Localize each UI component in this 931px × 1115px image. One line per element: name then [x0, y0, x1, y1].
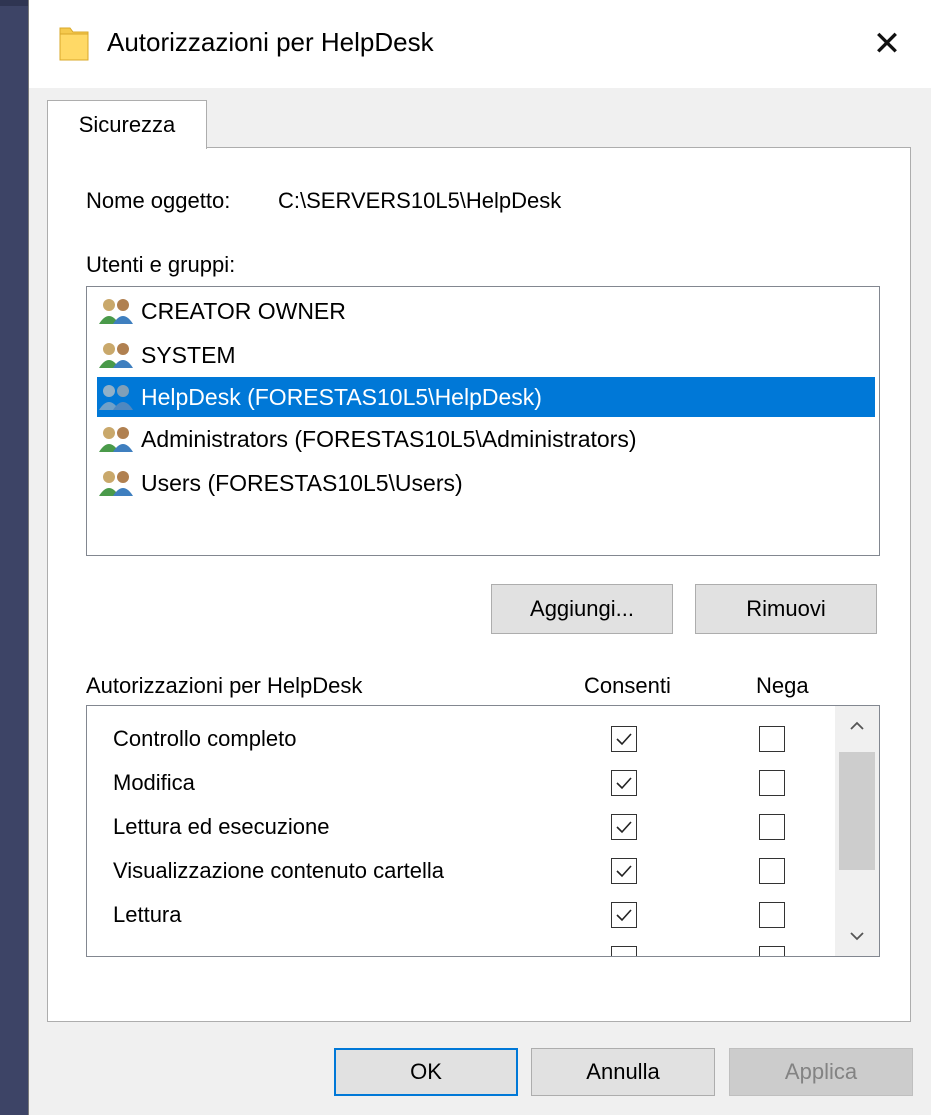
- users-group-icon: [99, 299, 133, 324]
- remove-button[interactable]: Rimuovi: [695, 584, 877, 634]
- permissions-dialog: Autorizzazioni per HelpDesk ✕ Sicurezza …: [28, 0, 931, 1115]
- users-group-icon: [99, 471, 133, 496]
- users-group-icon: [99, 343, 133, 368]
- ok-button[interactable]: OK: [334, 1048, 518, 1096]
- allow-checkbox[interactable]: [611, 946, 637, 956]
- title-bar[interactable]: Autorizzazioni per HelpDesk ✕: [29, 0, 931, 88]
- list-item-users[interactable]: Users (FORESTAS10L5\Users): [97, 463, 873, 503]
- permissions-scrollbar[interactable]: [835, 706, 879, 956]
- users-group-icon: [99, 427, 133, 452]
- permission-name: Visualizzazione contenuto cartella: [113, 858, 445, 883]
- close-icon: ✕: [872, 25, 902, 63]
- object-name-label: Nome oggetto:: [86, 188, 231, 213]
- permission-row: Modifica: [87, 762, 837, 806]
- user-name: SYSTEM: [141, 341, 236, 368]
- user-name: CREATOR OWNER: [141, 297, 346, 324]
- checkmark-icon: [616, 909, 632, 922]
- deny-checkbox[interactable]: [759, 770, 785, 796]
- checkmark-icon: [616, 821, 632, 834]
- dialog-footer: OK Annulla Applica: [29, 1022, 931, 1115]
- permissions-list: Controllo completo Modifica Lettura ed e…: [86, 705, 880, 957]
- allow-checkbox[interactable]: [611, 858, 637, 884]
- allow-checkbox[interactable]: [611, 814, 637, 840]
- permission-name: Lettura ed esecuzione: [113, 814, 330, 839]
- permission-row: Lettura: [87, 894, 837, 938]
- chevron-up-icon: [850, 721, 864, 730]
- security-tab-panel: Nome oggetto: C:\SERVERS10L5\HelpDesk Ut…: [47, 147, 911, 1022]
- list-item-administrators[interactable]: Administrators (FORESTAS10L5\Administrat…: [97, 419, 873, 459]
- window-title: Autorizzazioni per HelpDesk: [107, 27, 434, 57]
- permission-name: Modifica: [113, 770, 195, 795]
- permission-row: Controllo completo: [87, 718, 837, 762]
- permission-name: Controllo completo: [113, 726, 297, 751]
- checkmark-icon: [616, 733, 632, 746]
- deny-checkbox[interactable]: [759, 858, 785, 884]
- deny-checkbox[interactable]: [759, 902, 785, 928]
- deny-checkbox[interactable]: [759, 814, 785, 840]
- user-name: HelpDesk (FORESTAS10L5\HelpDesk): [141, 383, 542, 410]
- folder-icon: [59, 27, 89, 61]
- user-name: Users (FORESTAS10L5\Users): [141, 469, 463, 496]
- list-item-system[interactable]: SYSTEM: [97, 335, 873, 375]
- users-groups-label: Utenti e gruppi:: [86, 252, 236, 277]
- deny-checkbox[interactable]: [759, 726, 785, 752]
- object-name-value: C:\SERVERS10L5\HelpDesk: [278, 188, 562, 213]
- list-item-helpdesk[interactable]: HelpDesk (FORESTAS10L5\HelpDesk): [97, 377, 875, 417]
- permission-row: Lettura ed esecuzione: [87, 806, 837, 850]
- checkmark-icon: [616, 777, 632, 790]
- allow-checkbox[interactable]: [611, 770, 637, 796]
- deny-checkbox[interactable]: [759, 946, 785, 956]
- scroll-down-button[interactable]: [835, 916, 879, 956]
- permission-row: Visualizzazione contenuto cartella: [87, 850, 837, 894]
- add-button[interactable]: Aggiungi...: [491, 584, 673, 634]
- permission-name: Lettura: [113, 902, 182, 927]
- scroll-thumb[interactable]: [839, 752, 875, 870]
- allow-checkbox[interactable]: [611, 726, 637, 752]
- permissions-label: Autorizzazioni per HelpDesk: [86, 673, 363, 698]
- allow-checkbox[interactable]: [611, 902, 637, 928]
- permission-row-partial: [87, 938, 837, 956]
- cancel-button[interactable]: Annulla: [531, 1048, 715, 1096]
- users-group-icon: [99, 385, 133, 410]
- allow-column-header: Consenti: [584, 673, 671, 698]
- user-name: Administrators (FORESTAS10L5\Administrat…: [141, 425, 637, 452]
- list-item-creator-owner[interactable]: CREATOR OWNER: [97, 291, 873, 331]
- deny-column-header: Nega: [756, 673, 809, 698]
- checkmark-icon: [616, 865, 632, 878]
- scroll-up-button[interactable]: [835, 706, 879, 746]
- users-groups-list[interactable]: CREATOR OWNER SYSTEM HelpDesk (FORESTAS1…: [86, 286, 880, 556]
- tab-sicurezza[interactable]: Sicurezza: [47, 100, 207, 149]
- tab-strip: Sicurezza: [29, 88, 931, 149]
- chevron-down-icon: [850, 932, 864, 941]
- apply-button[interactable]: Applica: [729, 1048, 913, 1096]
- close-button[interactable]: ✕: [842, 0, 931, 88]
